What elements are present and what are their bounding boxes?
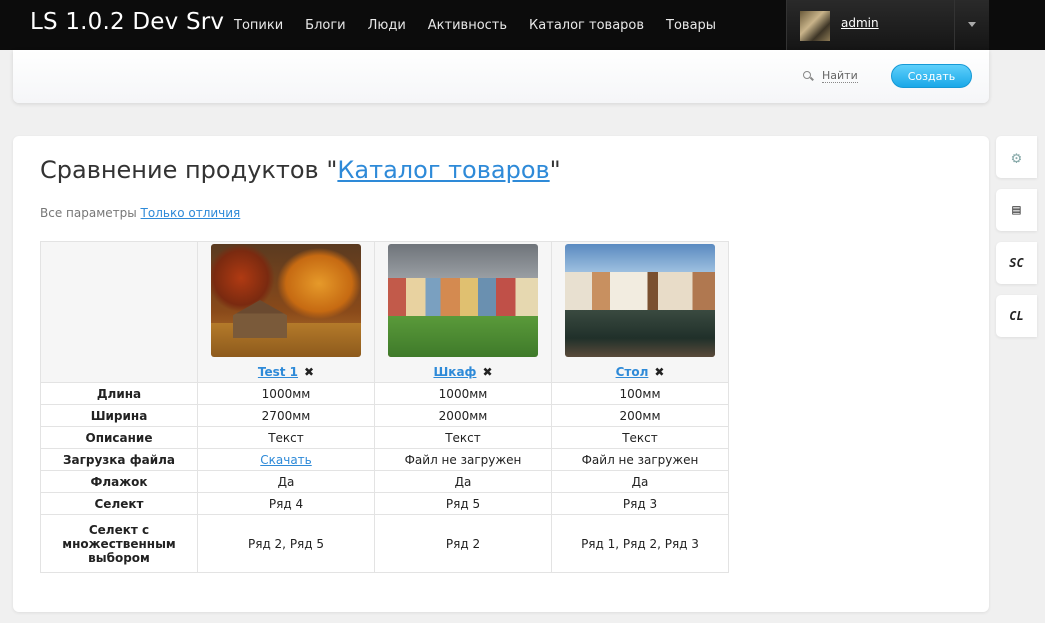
user-menu-toggle[interactable] [954, 0, 990, 50]
product-image-2[interactable] [388, 244, 538, 357]
product-name-row-3: Стол ✖ [552, 365, 728, 379]
compare-filter: Все параметры Только отличия [40, 206, 240, 220]
table-cell: Да [551, 470, 729, 493]
table-cell: Скачать [197, 448, 375, 471]
table-cell: Ряд 1, Ряд 2, Ряд 3 [551, 514, 729, 573]
table-row: Ширина 2700мм 2000мм 200мм [40, 404, 729, 427]
table-row: Описание Текст Текст Текст [40, 426, 729, 449]
list-button[interactable]: ▤ [996, 189, 1037, 231]
table-cell: Ряд 5 [374, 492, 552, 515]
table-cell: Ряд 2 [374, 514, 552, 573]
nav-item-people[interactable]: Люди [357, 18, 417, 33]
table-cell: 1000мм [374, 382, 552, 405]
nav-item-topics[interactable]: Топики [223, 18, 294, 33]
products-header-row: Test 1 ✖ Шкаф ✖ Стол ✖ [40, 241, 729, 383]
table-cell: 2700мм [197, 404, 375, 427]
download-link[interactable]: Скачать [260, 453, 312, 467]
product-name-row-2: Шкаф ✖ [375, 365, 551, 379]
list-icon: ▤ [1012, 202, 1021, 218]
row-label: Селект с множественным выбором [40, 514, 198, 573]
search-icon [803, 70, 814, 82]
product-column-2: Шкаф ✖ [374, 241, 552, 383]
table-row: Селект с множественным выбором Ряд 2, Ря… [40, 514, 729, 573]
nav-item-activity[interactable]: Активность [417, 18, 518, 33]
product-image-3[interactable] [565, 244, 715, 357]
table-cell: Да [197, 470, 375, 493]
nav-item-products[interactable]: Товары [655, 18, 727, 33]
filter-only-differences-link[interactable]: Только отличия [141, 206, 241, 220]
row-label: Загрузка файла [40, 448, 198, 471]
table-row: Длина 1000мм 1000мм 100мм [40, 382, 729, 405]
sub-header: Найти Создать [13, 50, 989, 103]
close-icon[interactable]: ✖ [482, 365, 492, 379]
settings-button[interactable]: ⚙ [996, 136, 1037, 178]
site-brand[interactable]: LS 1.0.2 Dev Srv [30, 9, 224, 35]
row-label: Описание [40, 426, 198, 449]
table-row: Селект Ряд 4 Ряд 5 Ряд 3 [40, 492, 729, 515]
search-label: Найти [822, 69, 858, 83]
table-cell: Да [374, 470, 552, 493]
nav-item-blogs[interactable]: Блоги [294, 18, 356, 33]
page-title-prefix: Сравнение продуктов " [40, 156, 338, 184]
product-name-row-1: Test 1 ✖ [198, 365, 374, 379]
table-cell: 200мм [551, 404, 729, 427]
table-cell: Файл не загружен [374, 448, 552, 471]
table-cell: Ряд 3 [551, 492, 729, 515]
row-label: Длина [40, 382, 198, 405]
content-card: Сравнение продуктов "Каталог товаров" Вс… [13, 136, 989, 612]
nav-item-catalog[interactable]: Каталог товаров [518, 18, 655, 33]
close-icon[interactable]: ✖ [304, 365, 314, 379]
user-name-link[interactable]: admin [841, 16, 879, 30]
search-link[interactable]: Найти [803, 69, 858, 83]
avatar[interactable] [800, 11, 830, 41]
product-image-1[interactable] [211, 244, 361, 357]
cl-button[interactable]: CL [996, 295, 1037, 337]
header-empty-cell [40, 241, 198, 383]
side-toolbar: ⚙ ▤ SC CL [996, 136, 1037, 348]
user-menu: admin [786, 0, 989, 50]
product-link-2[interactable]: Шкаф [433, 365, 476, 379]
table-row: Флажок Да Да Да [40, 470, 729, 493]
chevron-down-icon [968, 22, 976, 27]
product-link-1[interactable]: Test 1 [258, 365, 298, 379]
product-link-3[interactable]: Стол [616, 365, 649, 379]
page-title: Сравнение продуктов "Каталог товаров" [40, 156, 561, 184]
table-cell: 100мм [551, 382, 729, 405]
sc-button[interactable]: SC [996, 242, 1037, 284]
table-cell: Файл не загружен [551, 448, 729, 471]
main-nav: Топики Блоги Люди Активность Каталог тов… [223, 0, 727, 50]
table-cell: Текст [374, 426, 552, 449]
table-cell: 2000мм [374, 404, 552, 427]
row-label: Флажок [40, 470, 198, 493]
table-row: Загрузка файла Скачать Файл не загружен … [40, 448, 729, 471]
page-title-suffix: " [549, 156, 561, 184]
table-cell: Ряд 2, Ряд 5 [197, 514, 375, 573]
table-cell: 1000мм [197, 382, 375, 405]
close-icon[interactable]: ✖ [654, 365, 664, 379]
table-cell: Текст [551, 426, 729, 449]
filter-all-params: Все параметры [40, 206, 137, 220]
comparison-table: Test 1 ✖ Шкаф ✖ Стол ✖ Длина 1000мм 1000мм … [40, 241, 729, 573]
row-label: Селект [40, 492, 198, 515]
product-column-1: Test 1 ✖ [197, 241, 375, 383]
top-navbar: LS 1.0.2 Dev Srv Топики Блоги Люди Актив… [0, 0, 1045, 50]
table-cell: Текст [197, 426, 375, 449]
create-button[interactable]: Создать [891, 64, 972, 88]
product-column-3: Стол ✖ [551, 241, 729, 383]
catalog-title-link[interactable]: Каталог товаров [337, 156, 549, 184]
gear-icon: ⚙ [1011, 147, 1022, 167]
table-cell: Ряд 4 [197, 492, 375, 515]
row-label: Ширина [40, 404, 198, 427]
